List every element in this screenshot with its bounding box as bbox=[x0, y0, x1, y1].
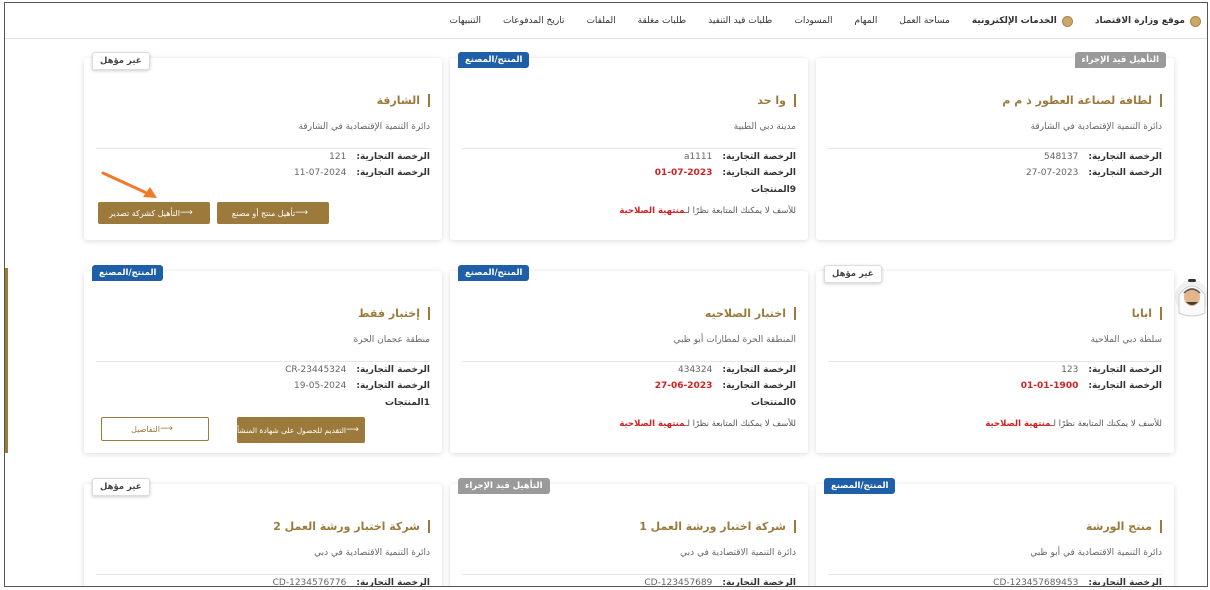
nav-closed[interactable]: طلبات مغلقة bbox=[638, 16, 686, 26]
authority-name: منطقة عجمان الحرة bbox=[353, 335, 431, 345]
nav-workspace[interactable]: مساحة العمل bbox=[899, 16, 949, 26]
company-card: غير مؤهل الشارقة دائرة التنمية الإقتصادي… bbox=[84, 52, 442, 240]
arrow-right-icon: ⟶ bbox=[295, 208, 309, 218]
qualify-exporter-button[interactable]: ⟶ التأهيل كشركة تصدير bbox=[98, 202, 210, 224]
company-card: المنتج/المصنع اختبار الصلاحيه المنطقة ال… bbox=[450, 265, 808, 453]
date-row: الرخصة التجارية:1900-01-01 bbox=[1020, 381, 1162, 391]
date-row: الرخصة التجارية:2023-07-01 bbox=[654, 168, 796, 178]
authority-name: سلطة دبي الملاحية bbox=[1090, 335, 1162, 345]
authority-name: دائرة التنمية الاقتصادية في دبي bbox=[680, 548, 796, 558]
status-badge: المنتج/المصنع bbox=[92, 265, 164, 281]
products-count: 0المنتجات bbox=[750, 398, 796, 408]
details-button[interactable]: ⟶ التفاصيل bbox=[101, 417, 209, 441]
license-row: الرخصة التجارية:548137 bbox=[1044, 152, 1162, 162]
products-count: 1المنتجات bbox=[384, 398, 430, 408]
license-row: الرخصة التجارية:a1111 bbox=[683, 152, 796, 162]
arrow-right-icon: ⟶ bbox=[345, 424, 359, 435]
company-card: المنتج/المصنع إختبار فقط منطقة عجمان الح… bbox=[84, 265, 442, 453]
divider bbox=[462, 574, 796, 575]
nav-drafts[interactable]: المسودات bbox=[794, 16, 832, 26]
authority-name: المنطقة الحرة لمطارات أبو ظبي bbox=[673, 335, 796, 345]
divider bbox=[828, 574, 1162, 575]
company-card: المنتج/المصنع وا حد مدينة دبي الطبية الر… bbox=[450, 52, 808, 240]
status-badge: غير مؤهل bbox=[92, 52, 150, 70]
license-row: الرخصة التجارية:121 bbox=[329, 152, 430, 162]
origin-certificate-button[interactable]: ⟶ التقديم للحصول على شهادة المنشأ bbox=[237, 417, 365, 443]
services-icon bbox=[1061, 15, 1073, 27]
products-count: 9المنتجات bbox=[750, 185, 796, 195]
divider bbox=[96, 148, 430, 149]
company-name[interactable]: اختبار الصلاحيه bbox=[705, 307, 796, 320]
expired-warning: للأسف لا يمكنك المتابعة نظرًا لـمنتهية ا… bbox=[985, 419, 1162, 429]
top-navigation: موقع وزارة الاقتصاد الخدمات الإلكترونية … bbox=[5, 3, 1207, 39]
nav-label: الخدمات الإلكترونية bbox=[971, 16, 1057, 26]
company-name[interactable]: ابابا bbox=[1132, 307, 1162, 320]
nav-economy-site[interactable]: موقع وزارة الاقتصاد bbox=[1094, 15, 1201, 27]
company-name[interactable]: شركة اختبار ورشة العمل 2 bbox=[273, 520, 430, 533]
company-card: غير مؤهل شركة اختبار ورشة العمل 2 دائرة … bbox=[84, 478, 442, 587]
date-row: الرخصة التجارية:2024-07-11 bbox=[294, 168, 430, 178]
date-row: الرخصة التجارية:2024-05-19 bbox=[294, 381, 430, 391]
nav-e-services[interactable]: الخدمات الإلكترونية bbox=[971, 15, 1073, 27]
assistant-avatar[interactable] bbox=[1173, 273, 1208, 321]
divider bbox=[96, 361, 430, 362]
arrow-right-icon: ⟶ bbox=[179, 208, 193, 218]
company-name[interactable]: إختبار فقط bbox=[358, 307, 430, 320]
divider bbox=[828, 361, 1162, 362]
status-badge: المنتج/المصنع bbox=[824, 478, 896, 494]
divider bbox=[96, 574, 430, 575]
status-badge: المنتج/المصنع bbox=[458, 52, 530, 68]
company-name[interactable]: لطافة لصناعة العطور ذ م م bbox=[1002, 94, 1162, 107]
authority-name: دائرة التنمية الاقتصادية في دبي bbox=[314, 548, 430, 558]
license-row: الرخصة التجارية:123 bbox=[1061, 365, 1162, 375]
license-row: الرخصة التجارية:CD-123457689453 bbox=[993, 578, 1162, 587]
license-row: الرخصة التجارية:CD-1234576776 bbox=[272, 578, 430, 587]
expired-warning: للأسف لا يمكنك المتابعة نظرًا لـمنتهية ا… bbox=[619, 206, 796, 216]
nav-in-progress[interactable]: طلبات قيد التنفيذ bbox=[708, 16, 772, 26]
company-name[interactable]: منتج الورشة bbox=[1086, 520, 1162, 533]
company-card: التأهيل قيد الإجراء لطافة لصناعة العطور … bbox=[816, 52, 1174, 240]
company-card: المنتج/المصنع منتج الورشة دائرة التنمية … bbox=[816, 478, 1174, 587]
date-row: الرخصة التجارية:2023-07-27 bbox=[1026, 168, 1162, 178]
license-row: الرخصة التجارية:CD-123457689 bbox=[644, 578, 796, 587]
company-name[interactable]: شركة اختبار ورشة العمل 1 bbox=[639, 520, 796, 533]
nav-tasks[interactable]: المهام bbox=[854, 16, 877, 26]
status-badge: التأهيل قيد الإجراء bbox=[458, 478, 550, 494]
divider bbox=[828, 148, 1162, 149]
company-card: غير مؤهل ابابا سلطة دبي الملاحية الرخصة … bbox=[816, 265, 1174, 453]
side-accent-bar bbox=[5, 268, 8, 453]
app-frame: موقع وزارة الاقتصاد الخدمات الإلكترونية … bbox=[4, 2, 1208, 587]
authority-name: دائرة التنمية الإقتصادية في الشارقة bbox=[1030, 122, 1162, 132]
arrow-right-icon: ⟶ bbox=[159, 424, 173, 434]
authority-name: دائرة التنمية الإقتصادية في الشارقة bbox=[298, 122, 430, 132]
license-row: الرخصة التجارية:434324 bbox=[678, 365, 796, 375]
status-badge: غير مؤهل bbox=[92, 478, 150, 496]
company-name[interactable]: الشارقة bbox=[377, 94, 430, 107]
status-badge: غير مؤهل bbox=[824, 265, 882, 283]
status-badge: التأهيل قيد الإجراء bbox=[1074, 52, 1166, 68]
nav-payments[interactable]: تاريخ المدفوعات bbox=[503, 16, 564, 26]
expired-warning: للأسف لا يمكنك المتابعة نظرًا لـمنتهية ا… bbox=[619, 419, 796, 429]
nav-label: موقع وزارة الاقتصاد bbox=[1094, 16, 1185, 26]
annotation-arrow-icon bbox=[101, 171, 157, 198]
qualify-product-button[interactable]: ⟶ تأهيل منتج أو مصنع bbox=[217, 202, 329, 224]
company-name[interactable]: وا حد bbox=[757, 94, 796, 107]
company-card: التأهيل قيد الإجراء شركة اختبار ورشة الع… bbox=[450, 478, 808, 587]
date-row: الرخصة التجارية:2023-06-27 bbox=[654, 381, 796, 391]
status-badge: المنتج/المصنع bbox=[458, 265, 530, 281]
nav-files[interactable]: الملفات bbox=[586, 16, 615, 26]
license-row: الرخصة التجارية:CR-23445324 bbox=[285, 365, 430, 375]
divider bbox=[462, 361, 796, 362]
divider bbox=[462, 148, 796, 149]
authority-name: دائرة التنمية الاقتصادية في أبو ظبي bbox=[1030, 548, 1162, 558]
globe-icon bbox=[1190, 15, 1201, 27]
authority-name: مدينة دبي الطبية bbox=[733, 122, 796, 132]
nav-notifications[interactable]: التنبيهات bbox=[449, 16, 480, 26]
